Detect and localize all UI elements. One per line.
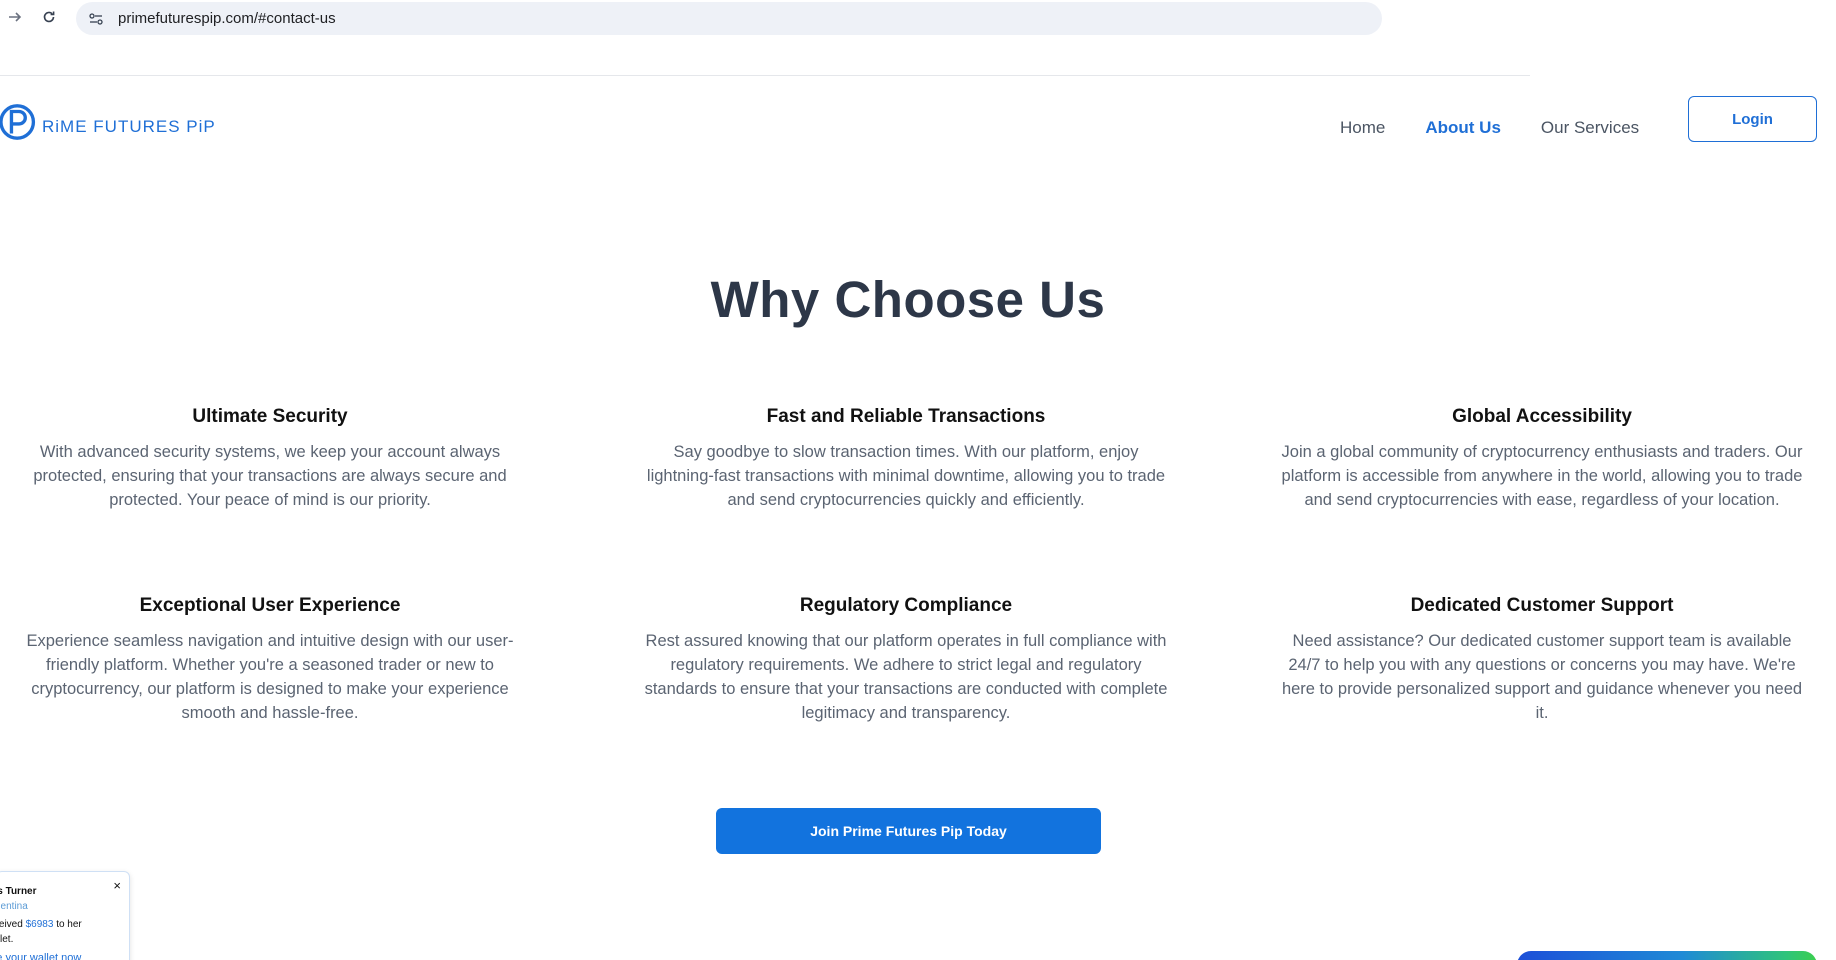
feature-title: Dedicated Customer Support [1410,595,1674,616]
feature-text: With advanced security systems, we keep … [33,443,507,509]
feature-card: Fast and Reliable Transactions Say goodb… [626,406,1186,512]
feature-card: Exceptional User Experience Experience s… [0,595,550,725]
address-bar[interactable]: primefuturespip.com/#contact-us [76,2,1382,35]
nav-about-us[interactable]: About Us [1425,118,1501,138]
feature-text: Rest assured knowing that our platform o… [644,632,1168,722]
feature-text: Need assistance? Our dedicated customer … [1281,632,1803,722]
feature-title: Global Accessibility [1452,406,1632,427]
join-cta-button[interactable]: Join Prime Futures Pip Today [716,808,1101,854]
reload-icon[interactable] [38,6,60,28]
feature-title: Fast and Reliable Transactions [766,406,1046,427]
main-nav: Home About Us Our Services [1340,118,1639,138]
browser-toolbar: primefuturespip.com/#contact-us [0,0,1530,76]
feature-text: Join a global community of cryptocurrenc… [1281,443,1803,509]
popup-country: Argentina [0,901,28,912]
feature-text: Say goodbye to slow transaction times. W… [646,443,1166,509]
create-wallet-link[interactable]: eate your wallet now [0,952,81,960]
nav-home[interactable]: Home [1340,118,1385,138]
popup-name: rles Turner [0,886,37,897]
chat-widget[interactable] [1517,951,1817,960]
logo-text: RiME FUTURES PiP [42,117,216,136]
feature-text: Experience seamless navigation and intui… [26,632,514,722]
feature-title: Ultimate Security [192,406,348,427]
feature-card: Regulatory Compliance Rest assured knowi… [626,595,1186,725]
logo-p-icon [0,104,36,140]
popup-message-prefix: received [0,919,23,930]
section-title: Why Choose Us [710,271,1106,328]
forward-arrow-icon[interactable] [4,6,26,28]
feature-card: Global Accessibility Join a global commu… [1262,406,1822,512]
site-logo[interactable]: RiME FUTURES PiP [0,100,216,144]
notification-popup: × rles Turner Argentina received $6983 t… [0,871,130,960]
feature-card: Ultimate Security With advanced security… [0,406,550,512]
nav-our-services[interactable]: Our Services [1541,118,1639,138]
feature-title: Exceptional User Experience [139,595,401,616]
popup-message: received $6983 to her wallet. [0,917,95,947]
url-text: primefuturespip.com/#contact-us [118,10,336,27]
feature-card: Dedicated Customer Support Need assistan… [1262,595,1822,725]
page: primefuturespip.com/#contact-us RiME FUT… [0,0,1836,960]
popup-amount: $6983 [25,919,54,930]
feature-title: Regulatory Compliance [799,595,1013,616]
close-icon[interactable]: × [113,878,121,893]
login-button[interactable]: Login [1688,96,1817,142]
site-settings-icon[interactable] [86,10,106,28]
